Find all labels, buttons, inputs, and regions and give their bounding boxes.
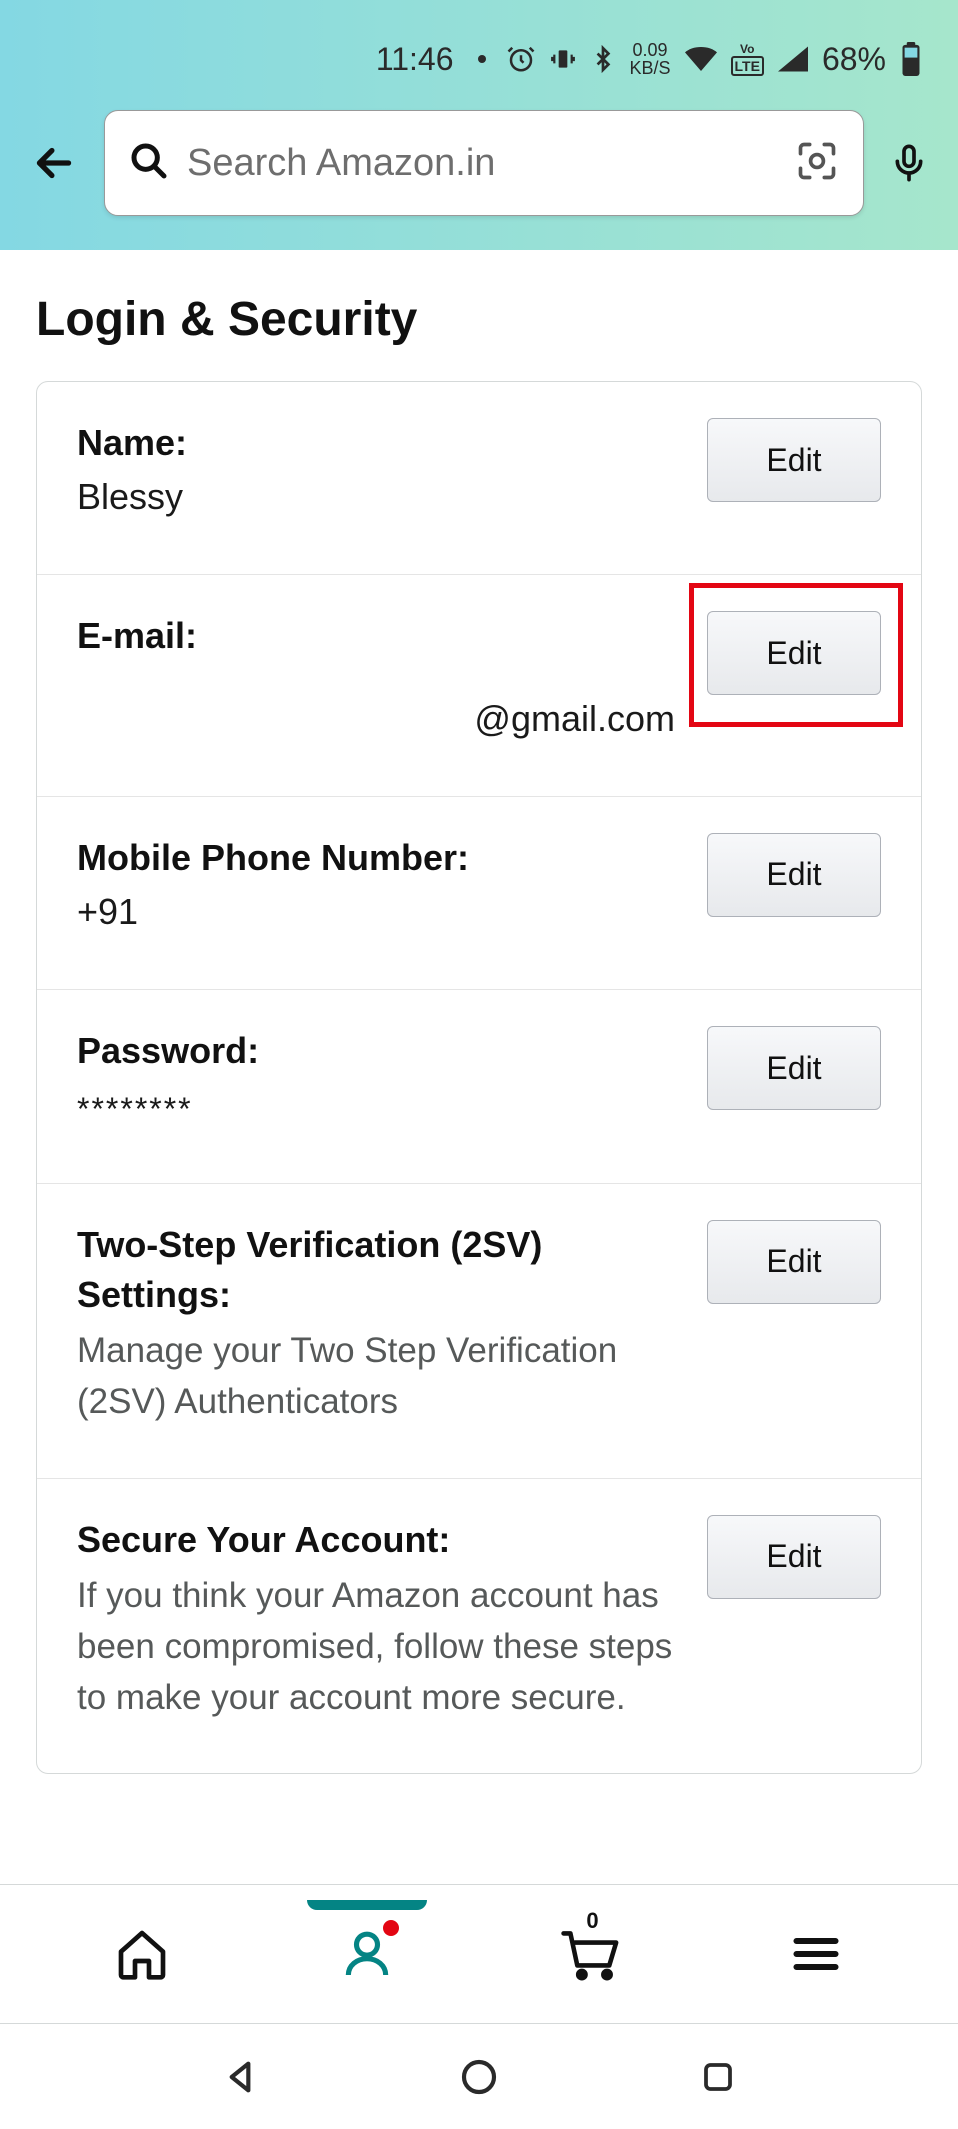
row-secure-account: Secure Your Account: If you think your A… [37, 1479, 921, 1774]
nav-account[interactable] [327, 1914, 407, 1994]
search-icon [129, 141, 169, 186]
cart-count: 0 [586, 1908, 598, 1934]
bottom-nav: 0 [0, 1884, 958, 2024]
bluetooth-icon [590, 44, 616, 74]
settings-card: Name: Blessy Edit E-mail: @gmail.com Edi… [36, 381, 922, 1774]
edit-secure-button[interactable]: Edit [707, 1515, 881, 1599]
search-box[interactable]: Search Amazon.in [104, 110, 864, 216]
secure-desc: If you think your Amazon account has bee… [77, 1571, 683, 1723]
back-button[interactable] [24, 133, 84, 193]
edit-password-button[interactable]: Edit [707, 1026, 881, 1110]
row-2sv: Two-Step Verification (2SV) Settings: Ma… [37, 1184, 921, 1479]
system-nav [0, 2024, 958, 2129]
twosv-desc: Manage your Two Step Verification (2SV) … [77, 1326, 683, 1428]
header-row: Search Amazon.in [0, 90, 958, 216]
edit-name-button[interactable]: Edit [707, 418, 881, 502]
row-name: Name: Blessy Edit [37, 382, 921, 575]
nav-menu[interactable] [776, 1914, 856, 1994]
name-label: Name: [77, 418, 683, 468]
edit-2sv-button[interactable]: Edit [707, 1220, 881, 1304]
edit-email-button[interactable]: Edit [707, 611, 881, 695]
active-tab-indicator [307, 1900, 427, 1910]
status-bar: 11:46 0.09 KB/S Vo LTE 68% [0, 0, 958, 90]
phone-label: Mobile Phone Number: [77, 833, 683, 883]
search-placeholder: Search Amazon.in [187, 142, 783, 185]
email-value: @gmail.com [77, 692, 683, 746]
battery-percent: 68% [822, 41, 886, 78]
notification-dot-icon [383, 1920, 399, 1936]
signal-icon [778, 46, 808, 72]
wifi-icon [685, 46, 717, 72]
page-title: Login & Security [0, 250, 958, 381]
volte-icon: Vo LTE [731, 42, 764, 76]
sys-home-button[interactable] [449, 2047, 509, 2107]
sys-back-button[interactable] [210, 2047, 270, 2107]
network-speed: 0.09 KB/S [630, 41, 671, 77]
vibrate-icon [550, 46, 576, 72]
mic-button[interactable] [884, 133, 934, 193]
twosv-label: Two-Step Verification (2SV) Settings: [77, 1220, 683, 1321]
status-time: 11:46 [376, 41, 454, 78]
secure-label: Secure Your Account: [77, 1515, 683, 1565]
app-header: 11:46 0.09 KB/S Vo LTE 68% [0, 0, 958, 250]
row-email: E-mail: @gmail.com Edit [37, 575, 921, 796]
password-label: Password: [77, 1026, 683, 1076]
scan-icon[interactable] [795, 139, 839, 188]
row-password: Password: ******** Edit [37, 990, 921, 1183]
email-label: E-mail: [77, 611, 683, 661]
password-value: ******** [77, 1085, 683, 1133]
phone-value: +91 [77, 885, 683, 939]
alarm-icon [506, 44, 536, 74]
nav-home[interactable] [102, 1914, 182, 1994]
status-dot-icon [478, 55, 486, 63]
name-value: Blessy [77, 470, 683, 524]
battery-icon [900, 42, 922, 76]
nav-cart[interactable]: 0 [551, 1914, 631, 1994]
edit-phone-button[interactable]: Edit [707, 833, 881, 917]
row-phone: Mobile Phone Number: +91 Edit [37, 797, 921, 990]
sys-recent-button[interactable] [688, 2047, 748, 2107]
